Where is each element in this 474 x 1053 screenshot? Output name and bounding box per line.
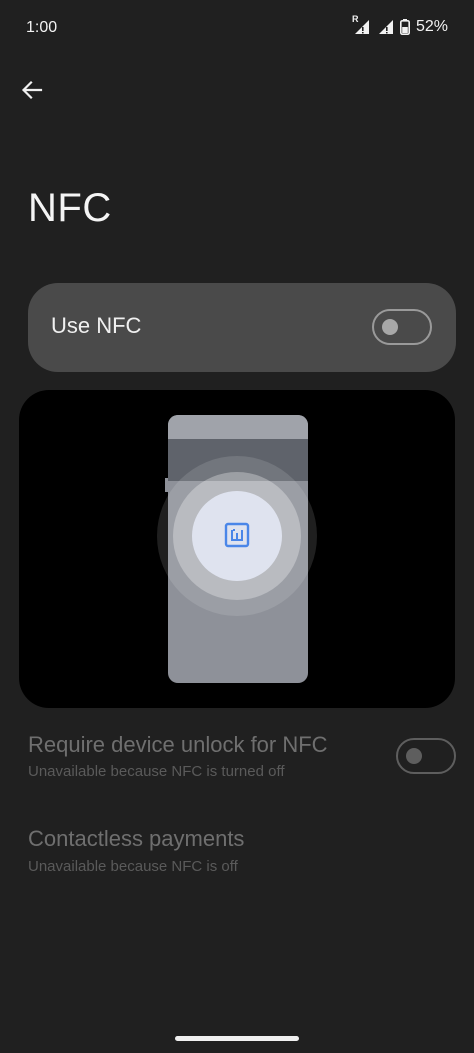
use-nfc-switch-card[interactable]: Use NFC (28, 283, 456, 372)
require-unlock-title: Require device unlock for NFC (28, 732, 328, 757)
status-bar: 1:00 R 52% (0, 0, 474, 58)
nfc-illustration (19, 390, 455, 708)
contactless-payments-title: Contactless payments (28, 826, 245, 851)
toggle-knob (382, 319, 398, 335)
require-unlock-row[interactable]: Require device unlock for NFC Unavailabl… (0, 728, 474, 788)
navigation-handle[interactable] (175, 1036, 299, 1041)
page-title: NFC (28, 186, 112, 230)
back-button[interactable] (14, 72, 50, 108)
signal-roaming-icon: R (352, 14, 370, 35)
contactless-payments-subtitle: Unavailable because NFC is off (28, 858, 238, 875)
status-icons: R 52% (352, 14, 448, 36)
use-nfc-label: Use NFC (51, 313, 142, 338)
use-nfc-toggle[interactable] (372, 309, 432, 345)
signal-alert-icon (376, 19, 394, 35)
toggle-knob (406, 748, 422, 764)
contactless-payments-row[interactable]: Contactless payments Unavailable because… (0, 824, 474, 884)
status-time: 1:00 (26, 19, 58, 36)
battery-icon (399, 19, 410, 35)
roaming-indicator: R (351, 14, 359, 24)
arrow-back-icon (21, 80, 43, 100)
battery-percent: 52% (415, 18, 448, 35)
require-unlock-subtitle: Unavailable because NFC is turned off (28, 763, 285, 780)
require-unlock-toggle[interactable] (396, 738, 456, 774)
